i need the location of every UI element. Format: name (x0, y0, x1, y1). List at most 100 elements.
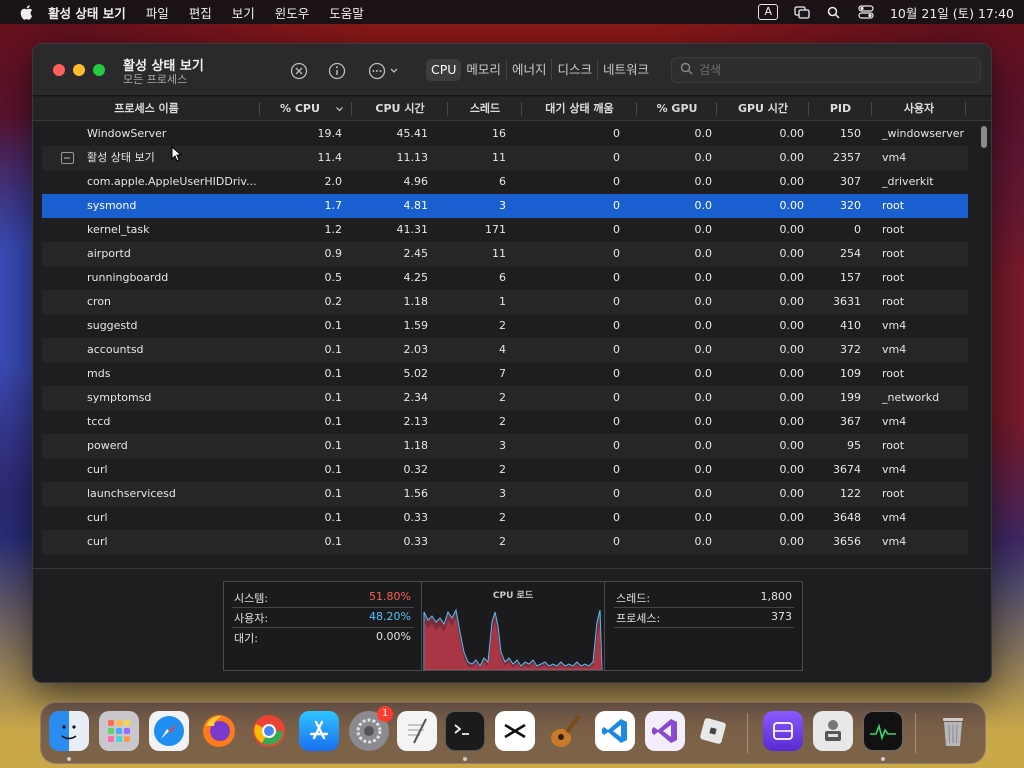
cell-threads: 2 (499, 391, 506, 404)
menu-window[interactable]: 윈도우 (275, 3, 310, 22)
screen-mirroring-icon[interactable] (794, 5, 810, 19)
cell-wakes: 0 (613, 367, 620, 380)
cell-pid: 320 (840, 199, 861, 212)
dock-automator-icon[interactable] (813, 711, 853, 751)
menu-edit[interactable]: 편집 (189, 3, 212, 22)
cell-time: 2.34 (403, 391, 429, 404)
cell-user: root (882, 271, 905, 284)
dock-garageband-icon[interactable] (545, 711, 585, 751)
table-row[interactable]: accountsd 0.1 2.03 4 0 0.0 0.00 372 vm4 (42, 338, 968, 362)
column-gpu-percent[interactable]: % GPU (637, 97, 717, 121)
cell-gputime: 0.00 (779, 463, 805, 476)
menu-app-name[interactable]: 활성 상태 보기 (48, 3, 126, 22)
table-row[interactable]: curl 0.1 0.33 2 0 0.0 0.00 3648 vm4 (42, 506, 968, 530)
cell-cpu: 1.7 (324, 199, 343, 212)
control-center-icon[interactable] (858, 5, 874, 19)
menu-help[interactable]: 도움말 (329, 3, 364, 22)
cell-wakes: 0 (613, 295, 620, 308)
table-row[interactable]: cron 0.2 1.18 1 0 0.0 0.00 3631 root (42, 290, 968, 314)
search-field[interactable] (671, 57, 981, 83)
column-process-name[interactable]: 프로세스 이름 (33, 97, 260, 121)
table-row[interactable]: airportd 0.9 2.45 11 0 0.0 0.00 254 root (42, 242, 968, 266)
tab-cpu[interactable]: CPU (426, 59, 462, 81)
dock-launchpad-icon[interactable] (99, 711, 139, 751)
dock-apple-configurator-icon[interactable] (763, 711, 803, 751)
column-threads[interactable]: 스레드 (448, 97, 522, 121)
dock-activity-monitor-icon[interactable] (863, 711, 903, 751)
threads-label: 스레드: (616, 592, 651, 605)
window-subtitle[interactable]: 모든 프로세스 (123, 71, 187, 87)
tab-memory[interactable]: 메모리 (461, 59, 507, 81)
cell-gputime: 0.00 (779, 295, 805, 308)
cell-time: 5.02 (403, 367, 429, 380)
dock-textedit-icon[interactable] (397, 711, 437, 751)
cell-gpu: 0.0 (694, 319, 713, 332)
more-actions-icon[interactable] (366, 60, 406, 82)
cell-threads: 3 (499, 199, 506, 212)
table-row[interactable]: WindowServer 19.4 45.41 16 0 0.0 0.00 150 _windo… (42, 122, 968, 146)
close-window-button[interactable] (53, 64, 65, 76)
spotlight-search-icon[interactable] (826, 5, 842, 19)
table-row[interactable]: powerd 0.1 1.18 3 0 0.0 0.00 95 root (42, 434, 968, 458)
cell-time: 2.45 (403, 247, 429, 260)
column-idle-wakeups[interactable]: 대기 상태 깨움 (522, 97, 637, 121)
apple-menu-icon[interactable] (18, 4, 34, 20)
cell-threads: 11 (492, 151, 506, 164)
dock-firefox-icon[interactable] (199, 711, 239, 751)
search-input[interactable] (699, 63, 959, 77)
cell-cpu: 0.1 (324, 319, 343, 332)
menu-file[interactable]: 파일 (146, 3, 169, 22)
dock-chrome-icon[interactable] (249, 711, 289, 751)
dock-app-store-icon[interactable] (299, 711, 339, 751)
column-user[interactable]: 사용자 (872, 97, 966, 121)
dock-visual-studio-icon[interactable] (645, 711, 685, 751)
dock-terminal-icon[interactable] (445, 711, 485, 751)
column-cpu-percent[interactable]: % CPU (260, 97, 352, 121)
menu-view[interactable]: 보기 (232, 3, 255, 22)
cell-gputime: 0.00 (779, 199, 805, 212)
dock-roblox-icon[interactable] (693, 711, 733, 751)
tab-network[interactable]: 네트워크 (598, 59, 654, 81)
tab-disk[interactable]: 디스크 (552, 59, 598, 81)
cell-gputime: 0.00 (779, 127, 805, 140)
column-pid[interactable]: PID (809, 97, 872, 121)
cell-cpu: 2.0 (324, 175, 343, 188)
cell-time: 1.18 (403, 295, 429, 308)
column-gpu-time[interactable]: GPU 시간 (717, 97, 809, 121)
dock-capcut-icon[interactable] (495, 711, 535, 751)
table-row[interactable]: launchservicesd 0.1 1.56 3 0 0.0 0.00 122 root (42, 482, 968, 506)
cell-time: 0.33 (403, 535, 429, 548)
clock[interactable]: 10월 21일 (토) 17:40 (890, 3, 1014, 22)
table-row[interactable]: sysmond 1.7 4.81 3 0 0.0 0.00 320 root (42, 194, 968, 218)
table-row[interactable]: runningboardd 0.5 4.25 6 0 0.0 0.00 157 root (42, 266, 968, 290)
table-scrollbar[interactable] (981, 126, 987, 148)
table-row[interactable]: symptomsd 0.1 2.34 2 0 0.0 0.00 199 _networkd (42, 386, 968, 410)
table-row[interactable]: com.apple.AppleUserHIDDriv... 2.0 4.96 6 0 0.… (42, 170, 968, 194)
dock-vscode-icon[interactable] (595, 711, 635, 751)
cell-name: kernel_task (87, 223, 150, 236)
table-row[interactable]: tccd 0.1 2.13 2 0 0.0 0.00 367 vm4 (42, 410, 968, 434)
info-icon[interactable] (326, 60, 348, 82)
cell-user: root (882, 247, 905, 260)
cell-gputime: 0.00 (779, 247, 805, 260)
stop-process-icon[interactable] (288, 60, 310, 82)
table-row[interactable]: suggestd 0.1 1.59 2 0 0.0 0.00 410 vm4 (42, 314, 968, 338)
dock-trash-icon[interactable] (933, 711, 973, 751)
table-row[interactable]: curl 0.1 0.32 2 0 0.0 0.00 3674 vm4 (42, 458, 968, 482)
table-row[interactable]: kernel_task 1.2 41.31 171 0 0.0 0.00 0 root (42, 218, 968, 242)
dock-safari-icon[interactable] (149, 711, 189, 751)
table-row[interactable]: curl 0.1 0.33 2 0 0.0 0.00 3656 vm4 (42, 530, 968, 554)
cell-time: 11.13 (396, 151, 429, 164)
column-cpu-time[interactable]: CPU 시간 (352, 97, 448, 121)
dock-system-settings-icon[interactable]: 1 (349, 706, 393, 751)
table-row[interactable]: mds 0.1 5.02 7 0 0.0 0.00 109 root (42, 362, 968, 386)
cell-name: powerd (87, 439, 128, 452)
tab-energy[interactable]: 에너지 (507, 59, 553, 81)
cell-pid: 150 (840, 127, 861, 140)
minimize-window-button[interactable] (73, 64, 85, 76)
dock-finder-icon[interactable] (49, 711, 89, 751)
cell-name: suggestd (87, 319, 138, 332)
input-source-indicator[interactable]: A (758, 4, 778, 20)
zoom-window-button[interactable] (93, 64, 105, 76)
cell-gpu: 0.0 (694, 391, 713, 404)
